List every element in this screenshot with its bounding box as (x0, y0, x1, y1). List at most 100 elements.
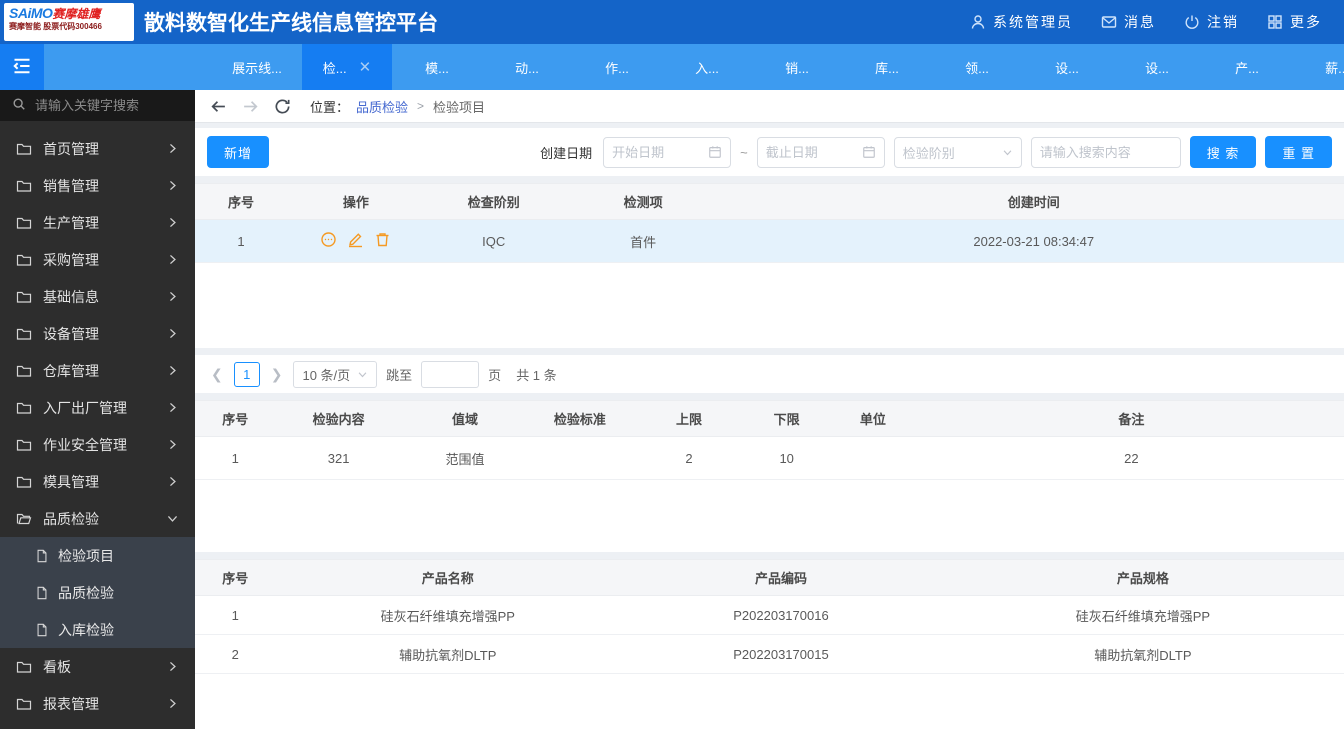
submenu-item-label: 品质检验 (58, 584, 114, 601)
breadcrumb-current: 检验项目 (433, 99, 486, 115)
add-button[interactable]: 新增 (207, 136, 270, 168)
tab-8[interactable]: 领... (932, 44, 1022, 90)
tab-9[interactable]: 设... (1022, 44, 1112, 90)
jump-page-input[interactable] (421, 360, 480, 388)
sidebar-item-entry-exit-mgmt[interactable]: 入厂出厂管理 (0, 389, 195, 426)
sidebar-item-label: 设备管理 (43, 325, 99, 342)
more-button[interactable]: 更多 (1267, 12, 1322, 32)
table-row[interactable]: 1 321 范围值 2 10 22 (195, 436, 1344, 480)
sidebar-item-quality-inspection[interactable]: 品质检验 (0, 500, 195, 537)
sidebar-item-warehouse-mgmt[interactable]: 仓库管理 (0, 352, 195, 389)
folder-icon (16, 365, 32, 377)
sidebar-item-label: 看板 (43, 658, 71, 675)
tab-5[interactable]: 入... (662, 44, 752, 90)
sidebar-item-work-safety-mgmt[interactable]: 作业安全管理 (0, 426, 195, 463)
grid-icon (1267, 14, 1283, 30)
sidebar-item-label: 仓库管理 (43, 362, 99, 379)
folder-icon (16, 698, 32, 710)
user-menu[interactable]: 系统管理员 (970, 12, 1073, 32)
col-index: 序号 (195, 183, 287, 220)
tab-11[interactable]: 产... (1202, 44, 1292, 90)
breadcrumb-parent-link[interactable]: 品质检验 (356, 97, 408, 116)
sidebar-item-production-mgmt[interactable]: 生产管理 (0, 204, 195, 241)
tab-0[interactable]: 展示线... (212, 44, 302, 90)
tab-1-active[interactable]: 检... ✕ (302, 44, 392, 90)
col-lower-limit: 下限 (746, 400, 827, 437)
start-date-input[interactable] (604, 144, 709, 160)
tab-12[interactable]: 薪... (1292, 44, 1344, 90)
tab-3[interactable]: 动... (482, 44, 572, 90)
tab-7[interactable]: 库... (842, 44, 932, 90)
detail-icon[interactable] (320, 231, 337, 248)
table-header-row: 序号 产品名称 产品编码 产品规格 (195, 559, 1344, 596)
more-label: 更多 (1290, 14, 1322, 30)
sidebar: 首页管理 销售管理 生产管理 采购管理 (0, 90, 195, 729)
tab-6[interactable]: 销... (752, 44, 842, 90)
end-date-input[interactable] (757, 144, 862, 160)
sidebar-item-basic-info[interactable]: 基础信息 (0, 278, 195, 315)
sidebar-item-mold-mgmt[interactable]: 模具管理 (0, 463, 195, 500)
prev-page-icon[interactable]: ❮ (209, 366, 225, 383)
submenu-item-quality-inspection[interactable]: 品质检验 (0, 574, 195, 611)
brand-logo: SAiMO赛摩雄鹰 赛摩智能 股票代码300466 (4, 3, 134, 41)
delete-icon[interactable] (374, 231, 391, 248)
messages-button[interactable]: 消息 (1101, 12, 1156, 32)
tab-label: 领... (965, 60, 989, 76)
search-button[interactable]: 搜 索 (1189, 136, 1257, 168)
cell-standard (528, 436, 632, 480)
cell-unit (826, 436, 919, 480)
cell-operation (286, 219, 425, 263)
sidebar-item-purchase-mgmt[interactable]: 采购管理 (0, 241, 195, 278)
logout-button[interactable]: 注销 (1184, 12, 1239, 32)
tab-2[interactable]: 模... (392, 44, 482, 90)
table-row[interactable]: 1 IQC 首件 2022-03-21 08:34:47 (195, 219, 1344, 263)
tab-10[interactable]: 设... (1112, 44, 1202, 90)
keyword-search-field[interactable] (1030, 136, 1181, 168)
submenu-item-warehousing-inspection[interactable]: 入库检验 (0, 611, 195, 648)
refresh-button[interactable] (274, 98, 291, 115)
sidebar-collapse-button[interactable] (0, 44, 44, 90)
sidebar-search-input[interactable] (35, 98, 183, 113)
col-index: 序号 (195, 400, 276, 437)
chevron-down-icon (358, 371, 367, 377)
tab-close-icon[interactable]: ✕ (359, 60, 372, 75)
table-row[interactable]: 1 硅灰石纤维填充增强PP P202203170016 硅灰石纤维填充增强PP (195, 595, 1344, 635)
content-area: 新增 创建日期 ~ 检验阶别 (195, 123, 1344, 729)
back-button[interactable] (210, 98, 227, 115)
calendar-icon (862, 146, 875, 158)
reset-button[interactable]: 重 置 (1265, 136, 1332, 168)
page-number-button[interactable]: 1 (233, 361, 260, 387)
sidebar-item-equipment-mgmt[interactable]: 设备管理 (0, 315, 195, 352)
sidebar-item-home-mgmt[interactable]: 首页管理 (0, 130, 195, 167)
sidebar-item-label: 作业安全管理 (43, 436, 127, 453)
sidebar-item-report-mgmt[interactable]: 报表管理 (0, 685, 195, 722)
tab-label: 模... (425, 60, 449, 76)
forward-button[interactable] (242, 98, 259, 115)
folder-icon (16, 217, 32, 229)
submenu-item-inspection-items[interactable]: 检验项目 (0, 537, 195, 574)
sidebar-item-sales-mgmt[interactable]: 销售管理 (0, 167, 195, 204)
sidebar-item-kanban[interactable]: 看板 (0, 648, 195, 685)
breadcrumb: 位置： 品质检验 > 检验项目 (195, 90, 1344, 123)
chevron-right-icon (166, 142, 179, 155)
table-row[interactable]: 2 辅助抗氧剂DLTP P202203170015 辅助抗氧剂DLTP (195, 634, 1344, 674)
sidebar-item-label: 采购管理 (43, 251, 99, 268)
page-size-select[interactable]: 10 条/页 (293, 360, 378, 388)
tab-label: 检... (322, 60, 347, 76)
cell-remark: 22 (918, 436, 1344, 480)
chevron-right-icon (166, 179, 179, 192)
start-date-field[interactable] (603, 136, 732, 168)
quality-inspection-submenu: 检验项目 品质检验 入库检验 (0, 537, 195, 648)
chevron-right-icon (166, 401, 179, 414)
tab-label: 库... (875, 60, 899, 76)
next-page-icon[interactable]: ❯ (269, 366, 285, 383)
edit-icon[interactable] (347, 231, 364, 248)
user-icon (970, 14, 986, 30)
brand-name-cn: 赛摩雄鹰 (52, 7, 101, 21)
inspection-stage-select[interactable]: 检验阶别 (893, 136, 1022, 168)
cell-lower-limit: 10 (746, 436, 827, 480)
tab-4[interactable]: 作... (572, 44, 662, 90)
end-date-field[interactable] (756, 136, 885, 168)
cell-product-spec: 硅灰石纤维填充增强PP (941, 595, 1344, 635)
keyword-search-input[interactable] (1031, 144, 1180, 160)
